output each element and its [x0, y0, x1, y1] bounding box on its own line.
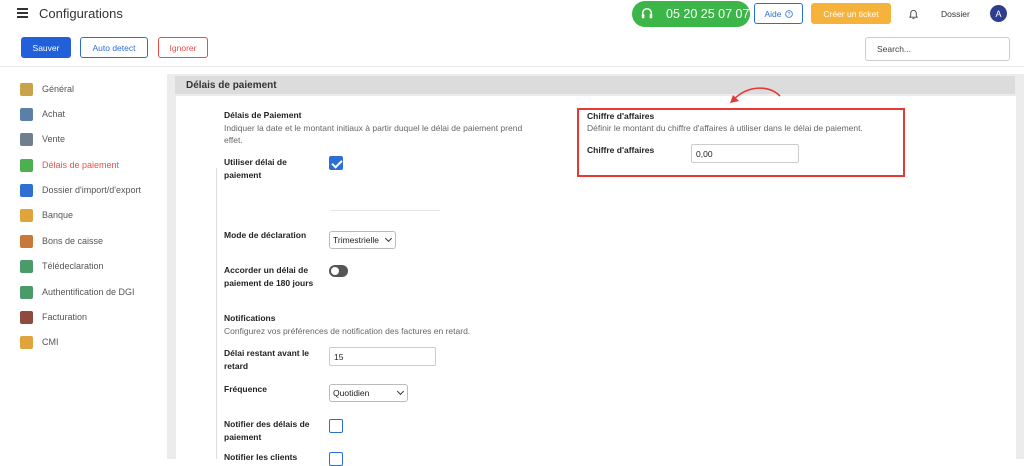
sidebar-item-label: Vente: [42, 134, 66, 144]
field-separator: [330, 210, 440, 211]
notifications-title: Notifications: [224, 313, 276, 323]
cash-register-icon: [20, 107, 33, 121]
frequence-value: Quotidien: [333, 388, 370, 398]
help-label: Aide: [764, 8, 782, 19]
delai-restant-label: Délai restant avant le retard: [224, 348, 310, 371]
sidebar-item-label: Achat: [42, 109, 66, 119]
sidebar-item-delais-de-paiement[interactable]: Délais de paiement: [20, 157, 119, 173]
delai-restant-input[interactable]: 15: [329, 347, 436, 366]
delais-description: Indiquer la date et le montant initiaux …: [224, 123, 523, 145]
sidebar-item-achat[interactable]: Achat: [20, 106, 65, 122]
chevron-down-icon: [396, 387, 405, 396]
sidebar-item-label: Télédeclaration: [42, 261, 104, 271]
phone-number: 05 20 25 07 07: [666, 7, 750, 21]
accorder-delai-toggle[interactable]: [329, 265, 348, 277]
bank-icon: [20, 208, 33, 222]
sidebar-item-cmi[interactable]: CMI: [20, 334, 59, 350]
cmi-icon: [20, 335, 33, 349]
frequence-label: Fréquence: [224, 384, 267, 394]
panel-divider-line: [216, 168, 217, 459]
dossier-menu[interactable]: Dossier: [941, 9, 970, 19]
sidebar-item-dossier-import-export[interactable]: Dossier d'import/d'export: [20, 182, 141, 198]
avatar[interactable]: A: [990, 5, 1007, 22]
folder-icon: [20, 183, 33, 197]
sidebar: Général Achat Vente Délais de paiement D…: [12, 74, 165, 459]
section-title: Délais de paiement: [175, 76, 1015, 94]
tag-icon: [20, 310, 33, 324]
calculator-icon: [20, 285, 33, 299]
utiliser-delai-label: Utiliser délai de paiement: [224, 157, 287, 180]
sidebar-item-teledeclaration[interactable]: Télédeclaration: [20, 258, 104, 274]
sidebar-item-banque[interactable]: Banque: [20, 207, 73, 223]
annotation-arrow-icon: [730, 87, 781, 103]
ignore-button[interactable]: Ignorer: [158, 37, 208, 58]
notifier-delais-checkbox[interactable]: [329, 419, 343, 433]
sidebar-item-authentification-dgi[interactable]: Authentification de DGI: [20, 284, 135, 300]
sidebar-item-vente[interactable]: Vente: [20, 131, 65, 147]
notifier-clients-label: Notifier les clients: [224, 452, 298, 462]
delais-title: Délais de Paiement: [224, 110, 302, 120]
toolbar-divider: [0, 66, 1024, 67]
highlight-box: [577, 108, 905, 177]
menu-icon[interactable]: [17, 8, 28, 18]
chart-icon: [20, 132, 33, 146]
sidebar-item-label: Général: [42, 84, 75, 94]
sidebar-item-label: Délais de paiement: [42, 160, 120, 170]
sidebar-item-label: Authentification de DGI: [42, 287, 135, 297]
mode-declaration-value: Trimestrielle: [333, 235, 379, 245]
frequence-select[interactable]: Quotidien: [329, 384, 408, 402]
help-button[interactable]: Aide ?: [754, 3, 803, 24]
headset-icon: [641, 8, 653, 19]
notifier-delais-label: Notifier des délais de paiement: [224, 419, 310, 442]
accorder-delai-label: Accorder un délai de paiement de 180 jou…: [224, 265, 314, 288]
sidebar-item-facturation[interactable]: Facturation: [20, 309, 87, 325]
sidebar-item-label: Banque: [42, 210, 74, 220]
top-bar: Configurations 05 20 25 07 07 Aide ? Cré…: [0, 0, 1024, 30]
sidebar-item-general[interactable]: Général: [20, 81, 74, 97]
sidebar-item-label: Dossier d'import/d'export: [42, 185, 141, 195]
question-icon: ?: [784, 9, 793, 17]
svg-text:?: ?: [787, 11, 790, 17]
create-ticket-button[interactable]: Créer un ticket: [811, 3, 891, 24]
sidebar-item-label: CMI: [42, 337, 59, 347]
page-title: Configurations: [39, 6, 123, 21]
mode-declaration-select[interactable]: Trimestrielle: [329, 231, 396, 249]
utiliser-delai-checkbox[interactable]: [329, 156, 343, 170]
sidebar-item-label: Facturation: [42, 312, 88, 322]
gear-icon: [20, 82, 33, 96]
mode-declaration-label: Mode de déclaration: [224, 230, 307, 240]
notifier-clients-checkbox[interactable]: [329, 452, 343, 466]
receipt-icon: [20, 234, 33, 248]
bell-icon[interactable]: [908, 8, 919, 20]
auto-detect-button[interactable]: Auto detect: [80, 37, 148, 58]
save-button[interactable]: Sauver: [21, 37, 71, 58]
chevron-down-icon: [384, 234, 393, 243]
calculator-icon: [20, 158, 33, 172]
phone-badge[interactable]: 05 20 25 07 07: [632, 1, 750, 27]
document-icon: [20, 259, 33, 273]
notifications-description: Configurez vos préférences de notificati…: [224, 326, 471, 336]
sidebar-item-bons-de-caisse[interactable]: Bons de caisse: [20, 233, 103, 249]
search-input[interactable]: [865, 37, 1010, 61]
sidebar-item-label: Bons de caisse: [42, 236, 104, 246]
